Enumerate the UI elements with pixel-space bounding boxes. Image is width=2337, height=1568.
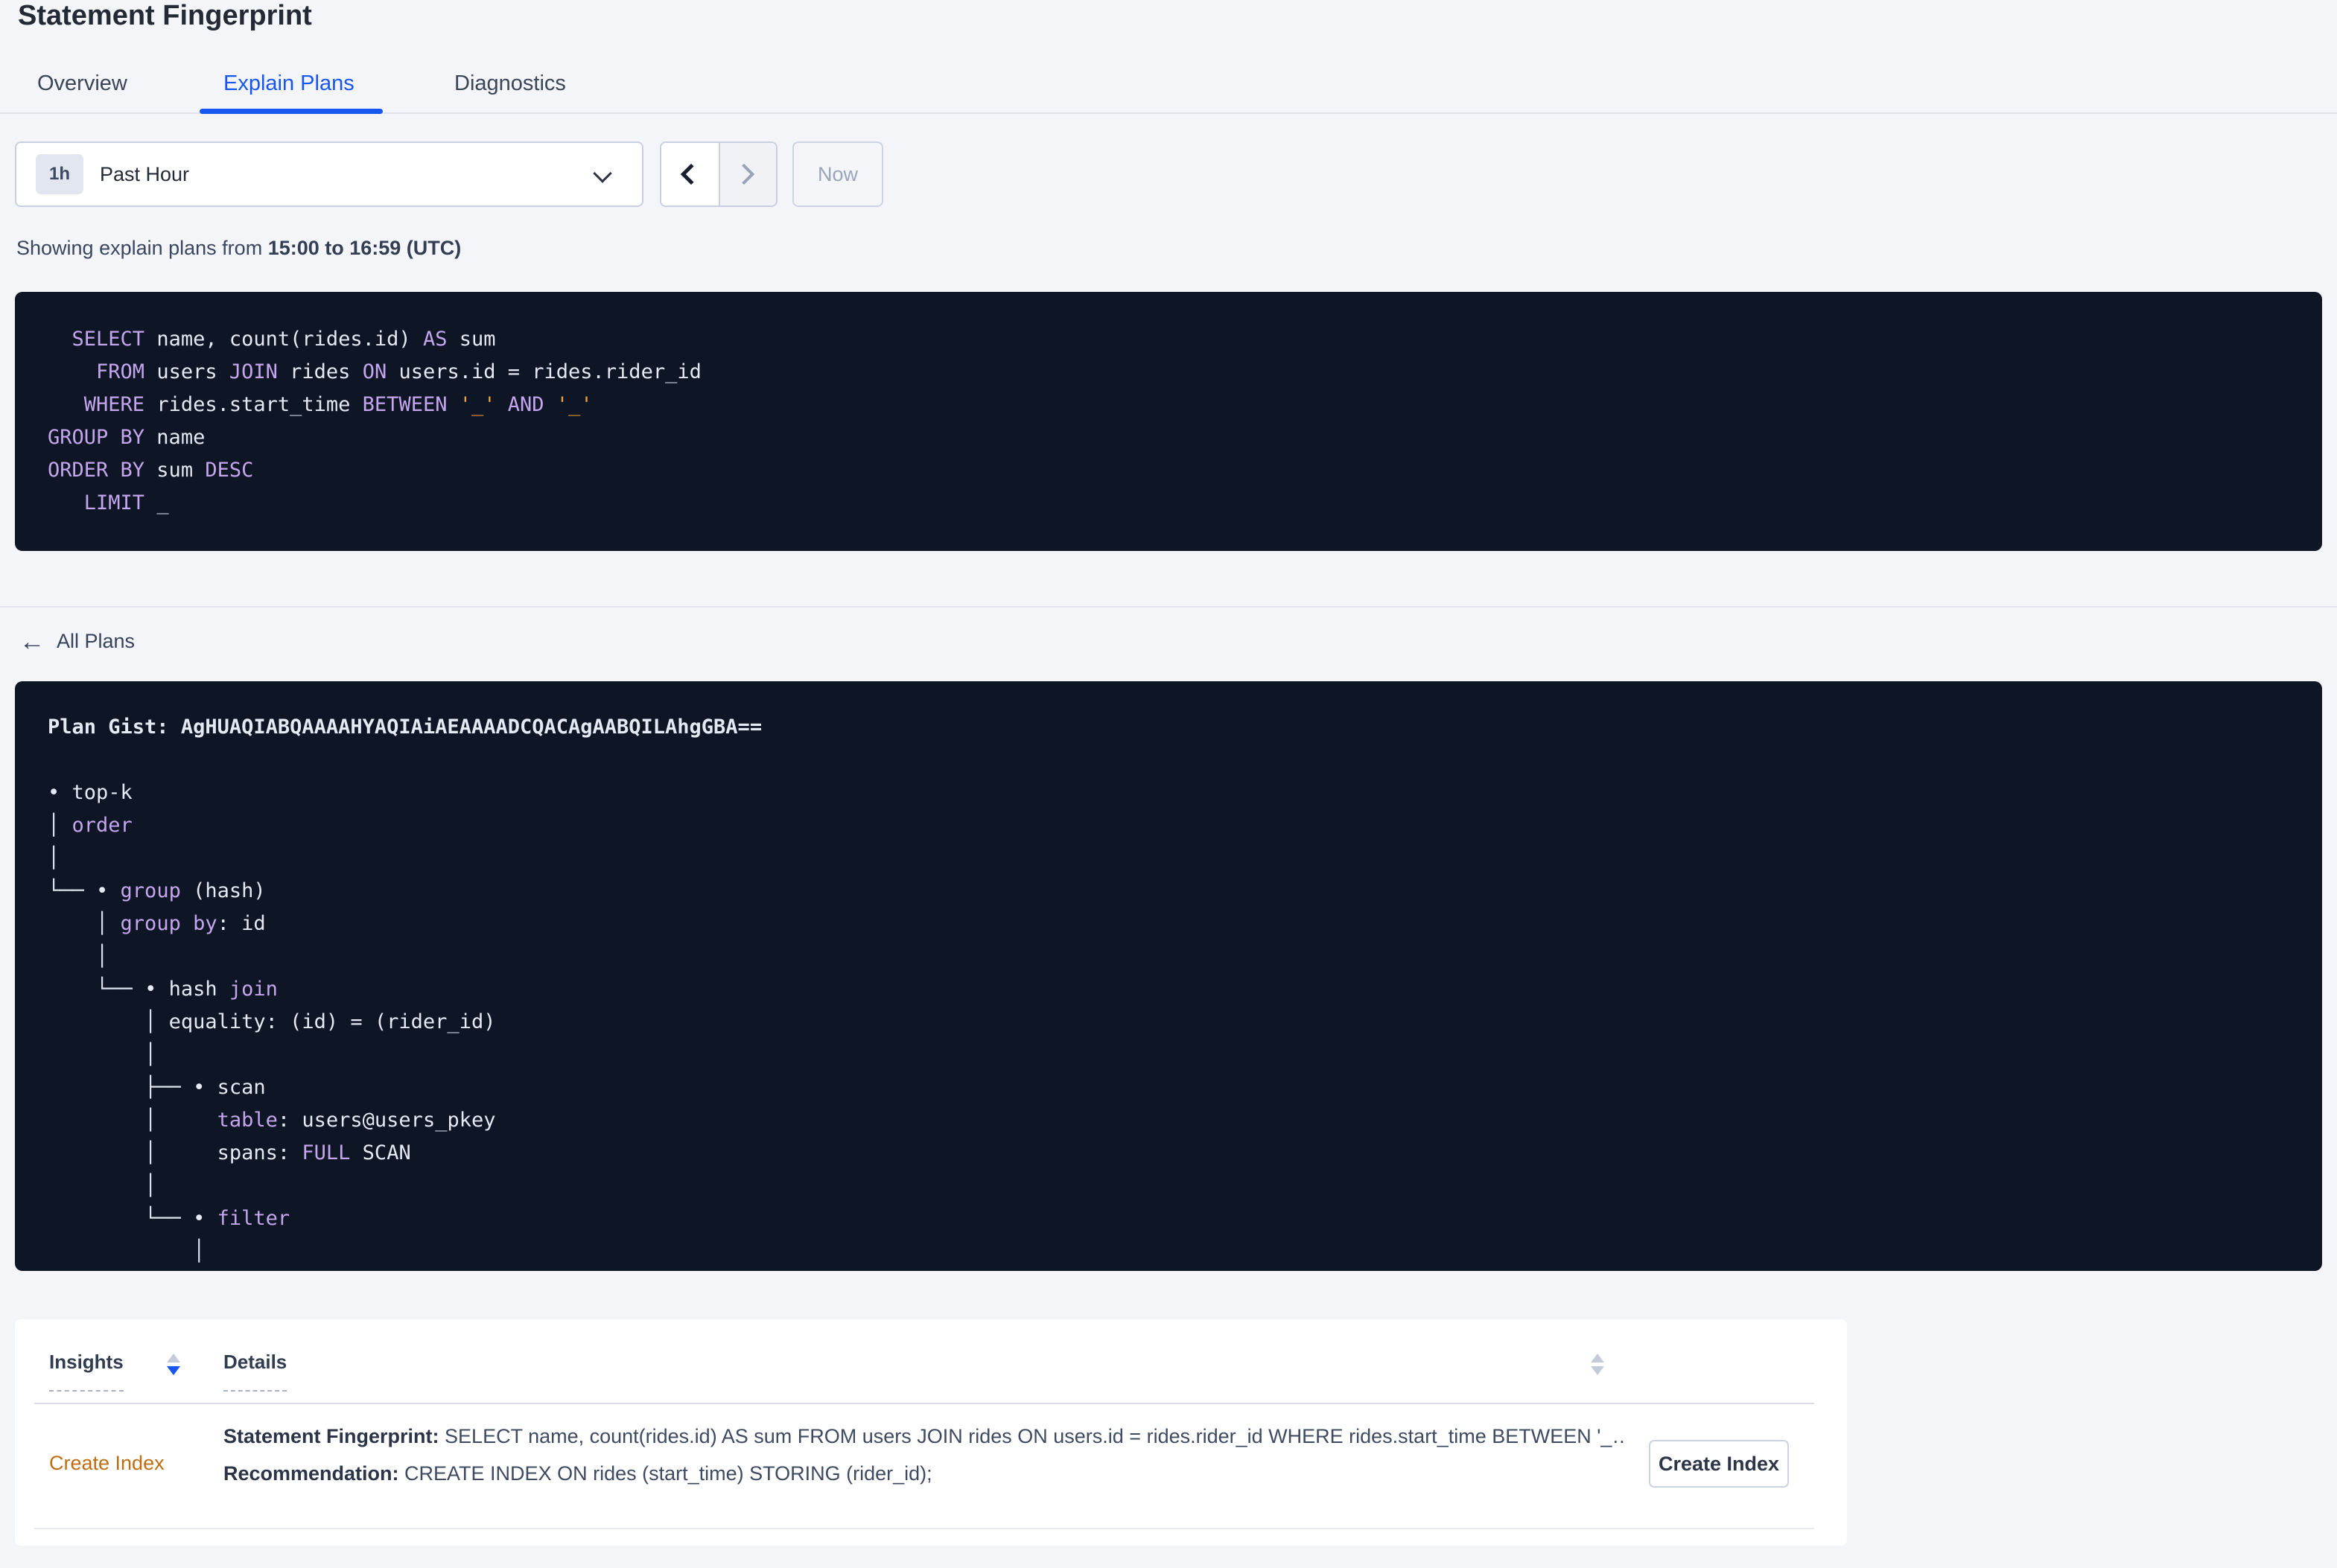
time-range-label: Past Hour <box>100 162 190 185</box>
sort-arrow-up-icon <box>167 1354 180 1363</box>
table-row-border <box>34 1528 1814 1529</box>
plan-gist-label: Plan Gist: <box>48 716 181 739</box>
column-header-details-label: Details <box>223 1351 287 1392</box>
column-header-insights-label: Insights <box>49 1351 124 1392</box>
table-header-border <box>34 1403 1814 1404</box>
time-step-button-group <box>660 141 778 207</box>
plan-tree: • top-k │ order │ └── • group (hash) │ grou… <box>48 781 496 1263</box>
create-index-button[interactable]: Create Index <box>1649 1440 1789 1488</box>
sort-arrow-down-icon <box>1591 1366 1604 1375</box>
recommendation-text: CREATE INDEX ON rides (start_time) STORI… <box>404 1462 932 1485</box>
tab-diagnostics[interactable]: Diagnostics <box>454 71 566 96</box>
row-details: Statement Fingerprint: SELECT name, coun… <box>223 1421 1624 1489</box>
recommendation-label: Recommendation: <box>223 1462 399 1485</box>
recommendation-line: Recommendation: CREATE INDEX ON rides (s… <box>223 1458 1624 1489</box>
plan-gist-value: AgHUAQIABQAAAAHYAQIAiAEAAAADCQACAgAABQIL… <box>180 716 763 739</box>
page-title: Statement Fingerprint <box>18 0 312 31</box>
back-arrow-icon: ← <box>19 627 45 656</box>
next-time-button[interactable] <box>719 143 776 205</box>
showing-range-prefix: Showing explain plans from <box>16 237 268 259</box>
section-divider <box>0 606 2337 608</box>
now-button[interactable]: Now <box>792 141 883 207</box>
chevron-left-icon <box>680 163 702 185</box>
sort-icon-details[interactable] <box>1591 1354 1604 1375</box>
time-range-badge: 1h <box>36 154 83 194</box>
plan-gist-line: Plan Gist: AgHUAQIABQAAAAHYAQIAiAEAAAADC… <box>48 711 2289 744</box>
all-plans-label: All Plans <box>57 630 136 652</box>
chevron-down-icon <box>593 164 612 183</box>
chevron-right-icon <box>733 163 755 185</box>
statement-fingerprint-page: Statement Fingerprint Overview Explain P… <box>0 0 2337 1568</box>
sort-icon-insights[interactable] <box>167 1354 180 1375</box>
plan-gist-block: Plan Gist: AgHUAQIABQAAAAHYAQIAiAEAAAADC… <box>15 681 2322 1271</box>
active-tab-indicator <box>200 109 383 114</box>
showing-range-value: 15:00 to 16:59 (UTC) <box>267 237 462 259</box>
tab-overview[interactable]: Overview <box>37 71 127 96</box>
sort-arrow-up-icon <box>1591 1354 1604 1363</box>
all-plans-link[interactable]: ← All Plans <box>19 627 136 656</box>
tab-explain-plans[interactable]: Explain Plans <box>223 71 354 96</box>
statement-fingerprint-label: Statement Fingerprint: <box>223 1425 439 1447</box>
previous-time-button[interactable] <box>661 143 719 205</box>
insights-table-card: Insights Details Create Index Statement … <box>15 1319 1847 1546</box>
column-header-insights[interactable]: Insights <box>49 1351 124 1392</box>
statement-fingerprint-text: SELECT name, count(rides.id) AS sum FROM… <box>445 1425 1624 1447</box>
time-range-dropdown[interactable]: 1h Past Hour <box>15 141 643 207</box>
sql-statement-block: SELECT name, count(rides.id) AS sum FROM… <box>15 292 2322 551</box>
sort-arrow-down-icon <box>167 1366 180 1375</box>
showing-range-text: Showing explain plans from 15:00 to 16:5… <box>16 237 461 260</box>
create-index-link[interactable]: Create Index <box>49 1452 165 1475</box>
column-header-details[interactable]: Details <box>223 1351 287 1392</box>
statement-fingerprint-line: Statement Fingerprint: SELECT name, coun… <box>223 1421 1624 1452</box>
